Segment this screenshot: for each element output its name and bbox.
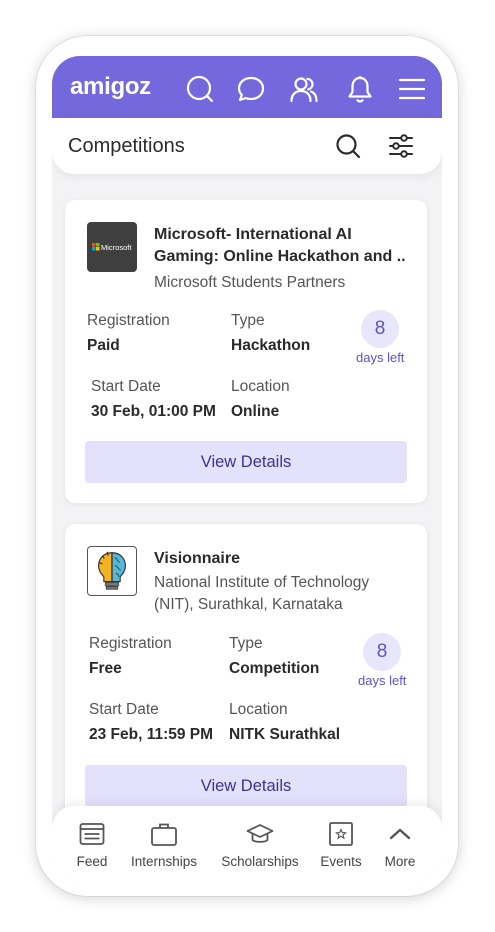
competition-card[interactable]: Microsoft Microsoft- International AI Ga… [65, 200, 427, 503]
location-label: Location [229, 701, 288, 718]
nav-label: Events [320, 854, 362, 869]
nav-item-scholarships[interactable]: Scholarships [218, 806, 302, 882]
days-left-label: days left [356, 350, 405, 365]
start-date-value: 30 Feb, 01:00 PM [91, 403, 216, 420]
type-value: Hackathon [231, 337, 311, 354]
event-star-icon [329, 822, 353, 846]
competition-card[interactable]: Visionnaire National Institute of Techno… [65, 524, 427, 824]
days-left-label: days left [358, 673, 407, 688]
nav-label: More [384, 854, 416, 869]
nav-item-events[interactable]: Events [316, 806, 366, 882]
days-left-count: 8 [361, 310, 399, 348]
start-date-label: Start Date [91, 378, 161, 395]
view-details-button[interactable]: View Details [85, 441, 407, 483]
app-logo: amigoz [70, 73, 151, 100]
microsoft-logo: Microsoft [87, 222, 137, 272]
people-icon[interactable] [290, 75, 318, 103]
nav-label: Feed [76, 854, 108, 869]
nav-item-feed[interactable]: Feed [66, 806, 118, 882]
organizer: Microsoft Students Partners [154, 274, 346, 291]
search-icon[interactable] [334, 132, 362, 160]
app-screen: amigoz Competitions Microsoft Microsoft-… [52, 56, 442, 882]
page-header: Competitions [52, 118, 442, 174]
type-label: Type [229, 635, 263, 652]
registration-value: Free [89, 660, 122, 677]
visionnaire-logo [87, 546, 137, 596]
nav-label: Internships [130, 854, 198, 869]
menu-icon[interactable] [398, 75, 426, 103]
feed-icon [79, 823, 105, 845]
bell-icon[interactable] [346, 75, 374, 103]
graduation-cap-icon [246, 824, 274, 843]
days-left-count: 8 [363, 633, 401, 671]
location-label: Location [231, 378, 290, 395]
type-label: Type [231, 312, 265, 329]
chevron-up-icon [389, 828, 411, 840]
nav-item-internships[interactable]: Internships [126, 806, 202, 882]
start-date-label: Start Date [89, 701, 159, 718]
nav-label: Scholarships [221, 854, 299, 869]
registration-value: Paid [87, 337, 120, 354]
competition-title[interactable]: Microsoft- International AI Gaming: Onli… [154, 224, 416, 268]
organizer: National Institute of Technology (NIT), … [154, 574, 370, 613]
type-value: Competition [229, 660, 320, 677]
start-date-value: 23 Feb, 11:59 PM [89, 726, 214, 743]
bottom-nav: Feed Internships Scholarships Events Mor… [52, 806, 442, 882]
page-title: Competitions [68, 135, 185, 157]
registration-label: Registration [87, 312, 170, 329]
registration-label: Registration [89, 635, 172, 652]
location-value: NITK Surathkal [229, 726, 341, 743]
nav-item-more[interactable]: More [378, 806, 422, 882]
location-value: Online [231, 403, 280, 420]
filter-icon[interactable] [387, 132, 415, 160]
briefcase-icon [151, 823, 177, 846]
search-icon[interactable] [186, 75, 214, 103]
view-details-button[interactable]: View Details [85, 765, 407, 807]
microsoft-logo-text: Microsoft [101, 243, 132, 252]
competition-title[interactable]: Visionnaire [154, 548, 416, 570]
chat-icon[interactable] [237, 75, 265, 103]
